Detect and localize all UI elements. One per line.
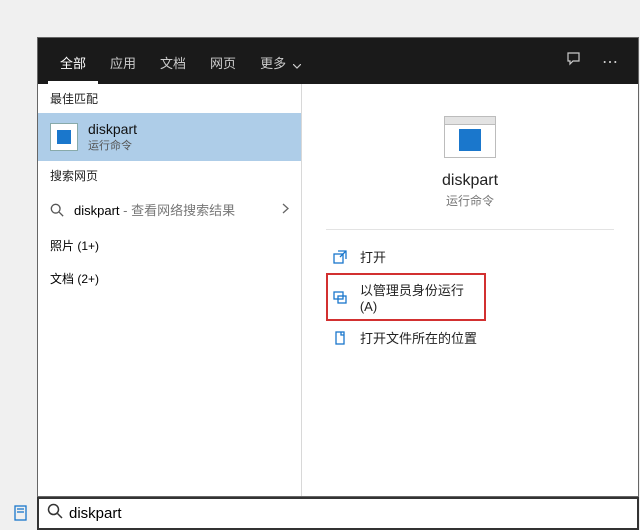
more-options-icon[interactable]: ⋯: [592, 52, 628, 84]
admin-icon: [332, 290, 348, 304]
preview-title: diskpart: [442, 172, 498, 190]
tab-docs[interactable]: 文档: [148, 43, 198, 84]
app-icon: [50, 123, 78, 151]
windows-search-panel: 全部 应用 文档 网页 更多 ⋯ 最佳匹配 diskpart 运行命令 搜索: [37, 37, 639, 497]
chevron-down-icon: [293, 57, 301, 72]
tab-apps[interactable]: 应用: [98, 43, 148, 84]
preview-header: diskpart 运行命令: [326, 102, 614, 230]
action-open-location-label: 打开文件所在的位置: [360, 328, 477, 347]
chevron-right-icon: [282, 202, 289, 217]
action-run-as-admin-label: 以管理员身份运行(A): [360, 280, 480, 314]
web-term: diskpart: [74, 203, 120, 218]
tab-more-label: 更多: [260, 56, 286, 71]
feedback-icon[interactable]: [556, 51, 592, 84]
category-photos[interactable]: 照片 (1+): [38, 229, 301, 262]
folder-location-icon: [332, 331, 348, 345]
tab-web[interactable]: 网页: [198, 43, 248, 84]
results-list: 最佳匹配 diskpart 运行命令 搜索网页 diskpart - 查看网络搜…: [38, 84, 302, 496]
search-icon: [50, 203, 64, 217]
action-open-label: 打开: [360, 247, 386, 266]
action-open-location[interactable]: 打开文件所在的位置: [326, 321, 614, 354]
preview-pane: diskpart 运行命令 打开 以管理员身份运行(A): [302, 84, 638, 496]
search-body: 最佳匹配 diskpart 运行命令 搜索网页 diskpart - 查看网络搜…: [38, 84, 638, 496]
section-search-web: 搜索网页: [38, 161, 301, 190]
section-best-match: 最佳匹配: [38, 84, 301, 113]
preview-subtitle: 运行命令: [446, 192, 494, 209]
category-docs[interactable]: 文档 (2+): [38, 262, 301, 295]
tab-bar: 全部 应用 文档 网页 更多 ⋯: [38, 38, 638, 84]
tab-more[interactable]: 更多: [248, 43, 313, 84]
best-match-subtitle: 运行命令: [88, 137, 137, 153]
preview-app-icon: [444, 116, 496, 158]
open-icon: [332, 250, 348, 264]
preview-actions: 打开 以管理员身份运行(A) 打开文件所在的位置: [326, 230, 614, 354]
search-input[interactable]: [69, 505, 629, 522]
taskbar-app-icon[interactable]: [12, 504, 30, 522]
search-bar[interactable]: [37, 497, 639, 530]
best-match-item[interactable]: diskpart 运行命令: [38, 113, 301, 161]
web-suffix: - 查看网络搜索结果: [120, 203, 236, 218]
web-search-item[interactable]: diskpart - 查看网络搜索结果: [38, 190, 301, 229]
search-icon: [47, 503, 63, 524]
action-run-as-admin[interactable]: 以管理员身份运行(A): [326, 273, 486, 321]
tab-all[interactable]: 全部: [48, 43, 98, 84]
best-match-title: diskpart: [88, 121, 137, 137]
action-open[interactable]: 打开: [326, 240, 614, 273]
